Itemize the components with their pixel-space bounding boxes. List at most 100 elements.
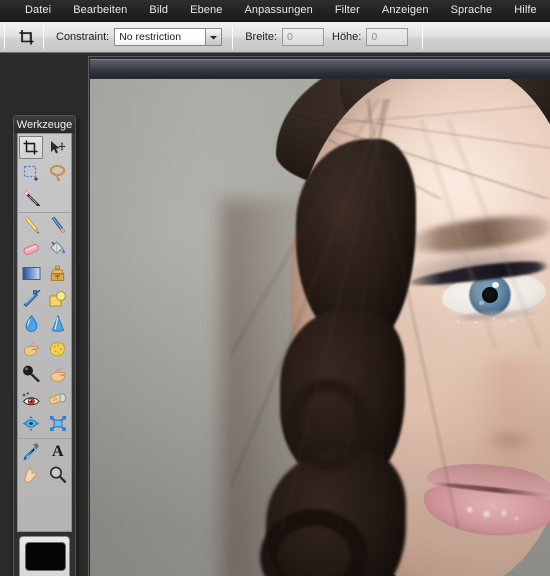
bandage-icon: [48, 391, 67, 407]
chevron-down-icon[interactable]: [205, 28, 223, 46]
sponge-icon: [49, 341, 66, 357]
tool-row: [18, 362, 71, 387]
dodge-hand-icon: [49, 366, 67, 382]
blur-tool[interactable]: [19, 312, 43, 335]
tool-row: [18, 186, 71, 211]
zoom-tool[interactable]: [46, 463, 70, 486]
smart-brush-tool[interactable]: [19, 287, 43, 310]
burn-icon: [22, 365, 40, 382]
constraint-value: No restriction: [119, 31, 182, 43]
width-label: Breite:: [245, 31, 277, 43]
menu-datei[interactable]: Datei: [14, 2, 62, 19]
tools-palette: Werkzeuge A: [13, 115, 76, 576]
tool-row: [18, 463, 71, 488]
application-window: Datei Bearbeiten Bild Ebene Anpassungen …: [0, 0, 550, 576]
tool-row: [18, 312, 71, 337]
eraser-tool[interactable]: [19, 237, 43, 260]
dodge-tool[interactable]: [46, 362, 70, 385]
clone-stamp-icon: [49, 265, 66, 282]
sharpen-icon: [51, 315, 65, 332]
lasso-tool[interactable]: [46, 161, 70, 184]
brush-icon: [49, 217, 67, 234]
menu-ebene[interactable]: Ebene: [179, 2, 233, 19]
tool-options-bar: Constraint: No restriction Breite: 0 Höh…: [0, 22, 550, 53]
menu-bearbeiten[interactable]: Bearbeiten: [62, 2, 138, 19]
text-tool[interactable]: A: [46, 440, 70, 463]
tools-grid: A: [17, 133, 72, 532]
active-tool-indicator[interactable]: [13, 25, 39, 49]
hand-tool[interactable]: [19, 463, 43, 486]
shape-tool[interactable]: [46, 287, 70, 310]
foreground-color-swatch[interactable]: [25, 542, 66, 571]
options-divider-3: [232, 25, 234, 49]
tool-row: [18, 136, 71, 161]
marquee-icon: [23, 165, 40, 181]
constraint-label: Constraint:: [56, 31, 110, 43]
magic-wand-tool[interactable]: [19, 186, 43, 209]
sponge-tool[interactable]: [46, 337, 70, 360]
tool-row: [18, 387, 71, 412]
liquify-icon: [22, 415, 40, 432]
menu-filter[interactable]: Filter: [324, 2, 371, 19]
tools-palette-title[interactable]: Werkzeuge: [14, 116, 75, 133]
distort-icon: [49, 415, 67, 432]
distort-tool[interactable]: [46, 412, 70, 435]
red-eye-icon: [22, 391, 41, 407]
pencil-icon: [22, 217, 40, 234]
tool-row: [18, 337, 71, 362]
magnifier-icon: [49, 466, 67, 483]
image-canvas[interactable]: [90, 79, 550, 576]
paint-bucket-icon: [48, 240, 67, 257]
smudge-tool[interactable]: [19, 337, 43, 360]
healing-brush-tool[interactable]: [46, 387, 70, 410]
menu-sprache[interactable]: Sprache: [440, 2, 504, 19]
hand-icon: [23, 466, 40, 483]
photo-vignette: [90, 79, 550, 576]
document-window: [88, 56, 550, 576]
tool-empty-slot: [46, 186, 70, 209]
liquify-tool[interactable]: [19, 412, 43, 435]
tool-row: [18, 262, 71, 287]
options-divider-4: [422, 25, 424, 49]
shape-icon: [49, 290, 67, 307]
gradient-icon: [22, 266, 41, 281]
tool-row: [18, 287, 71, 312]
width-input[interactable]: 0: [282, 28, 324, 46]
tool-row: A: [18, 438, 71, 463]
magic-wand-icon: [22, 189, 41, 206]
text-a-icon: A: [51, 442, 64, 460]
height-label: Höhe:: [332, 31, 362, 43]
burn-tool[interactable]: [19, 362, 43, 385]
clone-stamp-tool[interactable]: [46, 262, 70, 285]
gradient-tool[interactable]: [19, 262, 43, 285]
options-divider-1: [4, 25, 5, 49]
constraint-select[interactable]: No restriction: [114, 28, 223, 46]
move-icon: [49, 140, 66, 156]
finger-icon: [22, 341, 40, 357]
eraser-icon: [22, 241, 41, 257]
crop-tool[interactable]: [19, 136, 44, 159]
move-tool[interactable]: [46, 136, 70, 159]
crop-icon: [18, 29, 35, 46]
tool-row: [18, 212, 71, 237]
eyedropper-tool[interactable]: [19, 440, 43, 463]
menu-bar: Datei Bearbeiten Bild Ebene Anpassungen …: [0, 0, 550, 22]
tool-row: [18, 161, 71, 186]
paint-bucket-tool[interactable]: [46, 237, 70, 260]
lasso-icon: [49, 164, 67, 181]
menu-anpassungen[interactable]: Anpassungen: [233, 2, 323, 19]
crop-icon: [23, 140, 39, 156]
menu-anzeigen[interactable]: Anzeigen: [371, 2, 440, 19]
smart-brush-icon: [22, 290, 41, 307]
menu-hilfe[interactable]: Hilfe: [503, 2, 548, 19]
menu-bild[interactable]: Bild: [138, 2, 179, 19]
tool-row: [18, 412, 71, 437]
sharpen-tool[interactable]: [46, 312, 70, 335]
red-eye-removal-tool[interactable]: [19, 387, 43, 410]
rectangular-marquee-tool[interactable]: [19, 161, 43, 184]
brush-tool[interactable]: [46, 214, 70, 237]
pencil-tool[interactable]: [19, 214, 43, 237]
options-divider-2: [43, 25, 44, 49]
height-input[interactable]: 0: [366, 28, 409, 46]
document-title-bar[interactable]: [90, 59, 550, 78]
